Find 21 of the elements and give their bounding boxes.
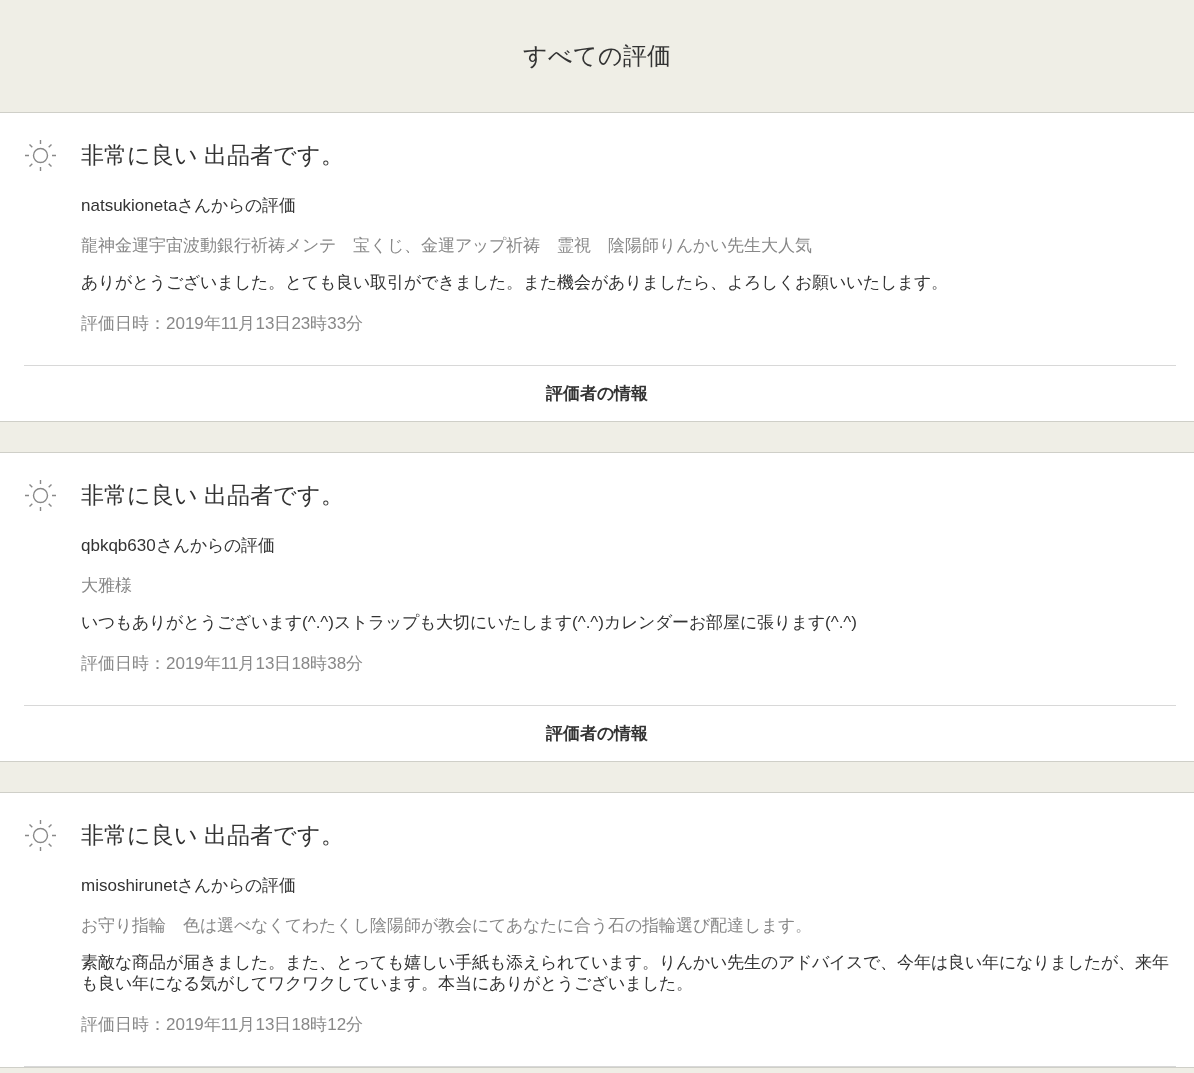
page-title: すべての評価 bbox=[523, 41, 671, 71]
reviewer-name: natsukionetaさんからの評価 bbox=[81, 195, 298, 217]
item-title: 大雅様 bbox=[81, 575, 133, 597]
rating-title: 非常に良い 出品者です。 bbox=[81, 140, 345, 170]
sun-icon bbox=[24, 138, 57, 172]
reviewer-info-button[interactable]: 評価者の情報 bbox=[542, 706, 652, 761]
review-date: 評価日時：2019年11月13日23時33分 bbox=[81, 313, 365, 335]
sun-icon bbox=[24, 478, 57, 512]
review-date: 評価日時：2019年11月13日18時38分 bbox=[81, 653, 365, 675]
rating-title: 非常に良い 出品者です。 bbox=[81, 820, 345, 850]
item-title: 龍神金運宇宙波動銀行祈祷メンテ 宝くじ、金運アップ祈祷 霊視 陰陽師りんかい先生大人気 bbox=[81, 235, 813, 257]
review-comment: 素敵な商品が届きました。また、とっても嬉しい手紙も添えられています。りんかい先生のアドバイスで、今年は良い年になりましたが、来年も良い年になる気がしてワクワクしています。本当にありがとうございました。 bbox=[81, 952, 1170, 994]
item-title: お守り指輪 色は選べなくてわたくし陰陽師が教会にてあなたに合う石の指輪選び配達します。 bbox=[81, 915, 813, 937]
reviewer-name: qbkqb630さんからの評価 bbox=[81, 535, 276, 557]
sun-icon bbox=[24, 818, 57, 852]
reviewer-name: misoshirunetさんからの評価 bbox=[81, 875, 298, 897]
reviewer-info-button[interactable]: 評価者の情報 bbox=[542, 366, 652, 421]
review-comment: ありがとうございました。とても良い取引ができました。また機会がありましたら、よろしくお願いいたします。 bbox=[81, 272, 949, 293]
review-comment: いつもありがとうございます(^.^)ストラップも大切にいたします(^.^)カレンダーお部屋に張ります(^.^) bbox=[81, 612, 858, 633]
rating-title: 非常に良い 出品者です。 bbox=[81, 480, 345, 510]
review-date: 評価日時：2019年11月13日18時12分 bbox=[81, 1014, 365, 1036]
